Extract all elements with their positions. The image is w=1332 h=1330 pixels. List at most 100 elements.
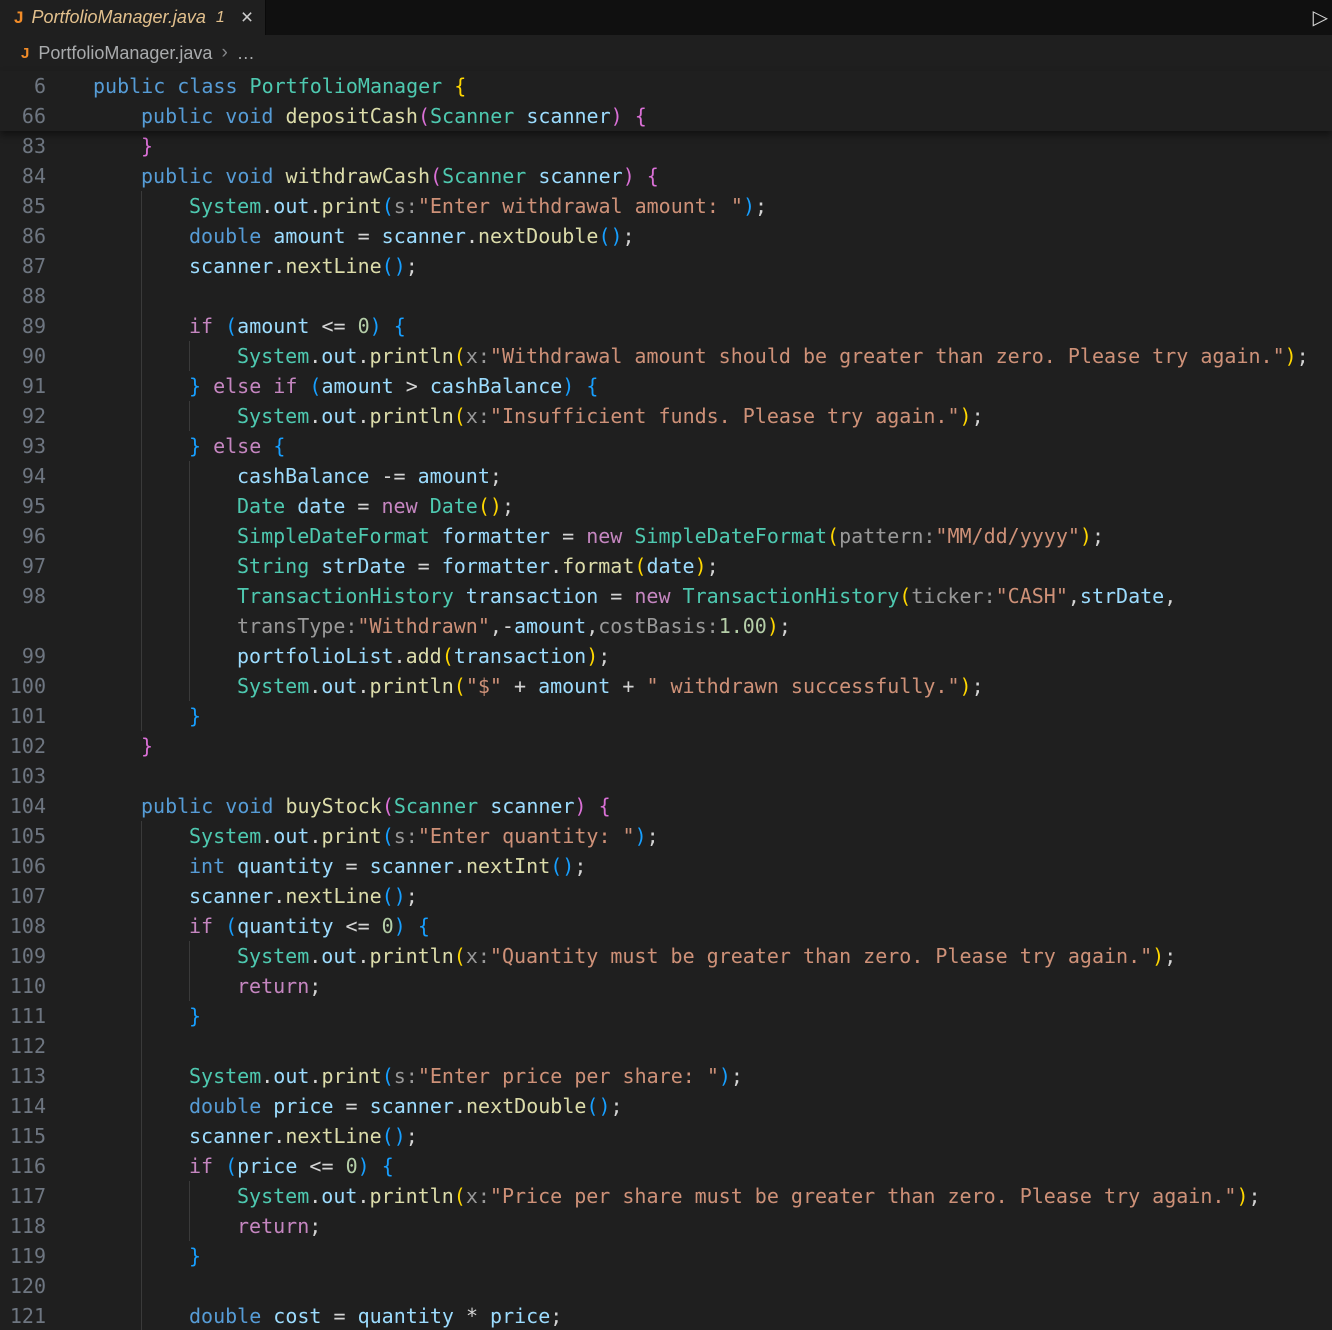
- code-line[interactable]: 103: [0, 761, 1332, 791]
- code-line[interactable]: 83}: [0, 131, 1332, 161]
- line-number[interactable]: 91: [0, 371, 46, 401]
- breadcrumb-file[interactable]: PortfolioManager.java: [38, 43, 212, 64]
- indent-space: [93, 1271, 141, 1301]
- line-number[interactable]: 118: [0, 1211, 46, 1241]
- code-line[interactable]: 115scanner.nextLine();: [0, 1121, 1332, 1151]
- code-line[interactable]: 106int quantity = scanner.nextInt();: [0, 851, 1332, 881]
- line-number[interactable]: 99: [0, 641, 46, 671]
- line-number[interactable]: 88: [0, 281, 46, 311]
- line-number[interactable]: 95: [0, 491, 46, 521]
- code-line[interactable]: 99portfolioList.add(transaction);: [0, 641, 1332, 671]
- line-number[interactable]: 113: [0, 1061, 46, 1091]
- line-number[interactable]: 97: [0, 551, 46, 581]
- line-number[interactable]: 101: [0, 701, 46, 731]
- code-line[interactable]: 113System.out.print(s:"Enter price per s…: [0, 1061, 1332, 1091]
- line-number[interactable]: 112: [0, 1031, 46, 1061]
- line-number[interactable]: 106: [0, 851, 46, 881]
- line-number[interactable]: 104: [0, 791, 46, 821]
- code-line[interactable]: 107scanner.nextLine();: [0, 881, 1332, 911]
- code-token: {: [454, 74, 466, 98]
- line-number[interactable]: 110: [0, 971, 46, 1001]
- indent-guide: [141, 491, 189, 521]
- code-token: x:: [466, 344, 490, 368]
- line-number[interactable]: 85: [0, 191, 46, 221]
- code-line[interactable]: 114double price = scanner.nextDouble();: [0, 1091, 1332, 1121]
- code-line[interactable]: 111}: [0, 1001, 1332, 1031]
- code-token: .: [309, 404, 321, 428]
- sticky-line[interactable]: 6public class PortfolioManager {: [0, 71, 1332, 101]
- code-line[interactable]: 102}: [0, 731, 1332, 761]
- code-line[interactable]: 116 if (price <= 0) {: [0, 1151, 1332, 1181]
- line-number[interactable]: 121: [0, 1301, 46, 1330]
- code-line[interactable]: 120: [0, 1271, 1332, 1301]
- line-number[interactable]: 98: [0, 581, 46, 611]
- code-token: strDate: [1080, 584, 1164, 608]
- line-number[interactable]: 117: [0, 1181, 46, 1211]
- breadcrumb-symbol-collapsed[interactable]: …: [237, 43, 256, 64]
- line-number[interactable]: 6: [0, 71, 46, 101]
- indent-guide: [189, 581, 237, 611]
- run-icon[interactable]: ▷: [1313, 5, 1328, 30]
- line-number[interactable]: 109: [0, 941, 46, 971]
- code-line[interactable]: 88: [0, 281, 1332, 311]
- code-line-content: if (price <= 0) {: [93, 1151, 394, 1181]
- indent-guide: [141, 1151, 189, 1181]
- code-line[interactable]: 117System.out.println(x:"Price per share…: [0, 1181, 1332, 1211]
- code-line[interactable]: 110return;: [0, 971, 1332, 1001]
- close-icon[interactable]: ×: [241, 7, 253, 28]
- code-line[interactable]: 109System.out.println(x:"Quantity must b…: [0, 941, 1332, 971]
- code-line[interactable]: 94cashBalance -= amount;: [0, 461, 1332, 491]
- code-line[interactable]: 91} else if (amount > cashBalance) {: [0, 371, 1332, 401]
- code-line[interactable]: 84public void withdrawCash(Scanner scann…: [0, 161, 1332, 191]
- line-number[interactable]: 107: [0, 881, 46, 911]
- sticky-line[interactable]: 66public void depositCash(Scanner scanne…: [0, 101, 1332, 131]
- code-line[interactable]: 105System.out.print(s:"Enter quantity: "…: [0, 821, 1332, 851]
- tab-portfoliomanager[interactable]: J PortfolioManager.java 1 ×: [0, 0, 266, 35]
- line-number[interactable]: 100: [0, 671, 46, 701]
- code-line[interactable]: 87scanner.nextLine();: [0, 251, 1332, 281]
- line-number[interactable]: 84: [0, 161, 46, 191]
- line-number[interactable]: 66: [0, 101, 46, 131]
- code-token: 0: [346, 1154, 358, 1178]
- code-line[interactable]: 101}: [0, 701, 1332, 731]
- line-number[interactable]: 92: [0, 401, 46, 431]
- code-line[interactable]: transType:"Withdrawn",-amount,costBasis:…: [0, 611, 1332, 641]
- code-line[interactable]: 121double cost = quantity * price;: [0, 1301, 1332, 1330]
- line-number[interactable]: 96: [0, 521, 46, 551]
- code-line[interactable]: 108if (quantity <= 0) {: [0, 911, 1332, 941]
- line-number[interactable]: 103: [0, 761, 46, 791]
- line-number[interactable]: 89: [0, 311, 46, 341]
- code-line[interactable]: 92System.out.println(x:"Insufficient fun…: [0, 401, 1332, 431]
- line-number[interactable]: 83: [0, 131, 46, 161]
- code-line[interactable]: 112: [0, 1031, 1332, 1061]
- line-number[interactable]: 87: [0, 251, 46, 281]
- line-number[interactable]: 119: [0, 1241, 46, 1271]
- line-number[interactable]: 94: [0, 461, 46, 491]
- line-number[interactable]: 86: [0, 221, 46, 251]
- line-number[interactable]: 105: [0, 821, 46, 851]
- code-line[interactable]: 100System.out.println("$" + amount + " w…: [0, 671, 1332, 701]
- line-number[interactable]: 108: [0, 911, 46, 941]
- indent-space: [93, 581, 141, 611]
- code-line[interactable]: 95Date date = new Date();: [0, 491, 1332, 521]
- indent-guide: [189, 461, 237, 491]
- line-number[interactable]: 115: [0, 1121, 46, 1151]
- line-number[interactable]: 114: [0, 1091, 46, 1121]
- code-line[interactable]: 85System.out.print(s:"Enter withdrawal a…: [0, 191, 1332, 221]
- line-number[interactable]: 111: [0, 1001, 46, 1031]
- line-number[interactable]: 93: [0, 431, 46, 461]
- code-line[interactable]: 90System.out.println(x:"Withdrawal amoun…: [0, 341, 1332, 371]
- line-number[interactable]: 120: [0, 1271, 46, 1301]
- code-line[interactable]: 98TransactionHistory transaction = new T…: [0, 581, 1332, 611]
- code-line[interactable]: 89if (amount <= 0) {: [0, 311, 1332, 341]
- code-line[interactable]: 104public void buyStock(Scanner scanner)…: [0, 791, 1332, 821]
- line-number[interactable]: 90: [0, 341, 46, 371]
- line-number[interactable]: 116: [0, 1151, 46, 1181]
- code-line[interactable]: 119}: [0, 1241, 1332, 1271]
- code-line[interactable]: 96SimpleDateFormat formatter = new Simpl…: [0, 521, 1332, 551]
- line-number[interactable]: 102: [0, 731, 46, 761]
- code-line[interactable]: 118return;: [0, 1211, 1332, 1241]
- code-line[interactable]: 86double amount = scanner.nextDouble();: [0, 221, 1332, 251]
- code-line[interactable]: 97String strDate = formatter.format(date…: [0, 551, 1332, 581]
- code-line[interactable]: 93} else {: [0, 431, 1332, 461]
